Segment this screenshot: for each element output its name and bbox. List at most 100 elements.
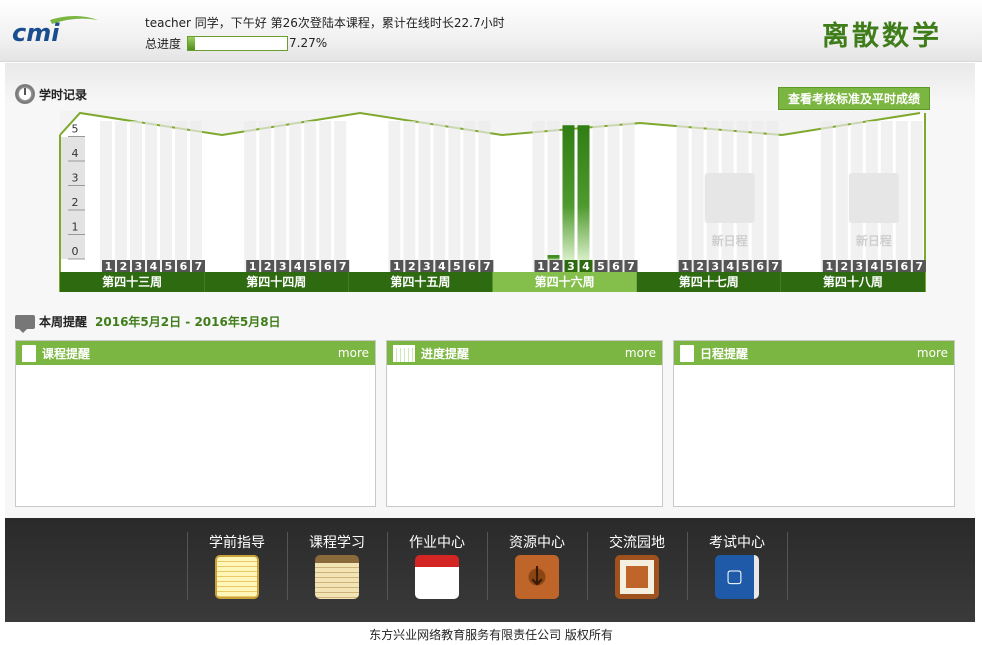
day-column <box>433 121 446 273</box>
progress-bar <box>187 36 288 51</box>
nav-label: 考试中心 <box>709 535 765 551</box>
day-column <box>448 121 461 273</box>
course-reminder-header: 课程提醒 more <box>16 341 375 365</box>
download-icon: ↓ <box>515 555 559 599</box>
day-number: 7 <box>916 260 924 273</box>
day-number: 4 <box>726 260 734 273</box>
day-column <box>304 121 317 273</box>
day-column <box>190 121 202 273</box>
y-tick-label: 5 <box>72 123 79 136</box>
nav-exam[interactable]: 考试中心 ▢ <box>687 518 787 622</box>
progress-reminder-more-link[interactable]: more <box>625 346 656 360</box>
day-number: 1 <box>537 260 545 273</box>
header: cmi teacher 同学，下午好 第26次登陆本课程，累计在线时长22.7小… <box>0 0 982 62</box>
day-number: 3 <box>856 260 864 273</box>
day-column <box>532 121 545 273</box>
logo-text: cmi <box>12 19 60 46</box>
day-column <box>820 121 833 273</box>
calendar-icon <box>415 555 459 599</box>
day-number: 2 <box>120 260 128 273</box>
day-column <box>478 121 491 273</box>
study-bar <box>577 125 590 260</box>
week-label: 第四十七周 <box>679 274 739 289</box>
day-number: 4 <box>150 260 158 273</box>
notebook-icon <box>315 555 359 599</box>
day-number: 3 <box>423 260 431 273</box>
record-title: 学时记录 <box>15 84 87 104</box>
day-column <box>274 121 287 273</box>
notepad-icon <box>215 555 259 599</box>
empty-schedule-text: 新日程 <box>712 233 748 248</box>
day-column <box>115 121 127 273</box>
y-tick-label: 4 <box>72 147 79 160</box>
clock-icon <box>15 84 35 104</box>
nav-label: 资源中心 <box>509 535 565 551</box>
progress-percent: 7.27% <box>289 36 328 50</box>
day-column <box>244 121 257 273</box>
day-column <box>175 121 187 273</box>
schedule-reminder-header: 日程提醒 more <box>674 341 954 365</box>
day-column <box>547 121 560 273</box>
course-title: 离散数学 <box>822 21 942 52</box>
day-column <box>691 121 704 273</box>
nav-exchange[interactable]: 交流园地 <box>587 518 687 622</box>
day-number: 5 <box>597 260 605 273</box>
day-number: 3 <box>567 260 575 273</box>
day-column <box>259 121 272 273</box>
schedule-reminder-more-link[interactable]: more <box>917 346 948 360</box>
day-number: 7 <box>771 260 779 273</box>
page-icon <box>22 344 36 362</box>
day-number: 3 <box>711 260 719 273</box>
day-number: 2 <box>552 260 560 273</box>
week-label: 第四十三周 <box>102 274 162 289</box>
nav-course-study[interactable]: 课程学习 <box>287 518 387 622</box>
day-number: 1 <box>249 260 257 273</box>
day-number: 1 <box>681 260 689 273</box>
progress-reminder-card: 进度提醒 more <box>386 340 663 507</box>
nav-label: 作业中心 <box>409 535 465 551</box>
day-number: 2 <box>841 260 849 273</box>
day-column <box>463 121 476 273</box>
y-tick-label: 0 <box>72 245 79 258</box>
bottom-nav: 学前指导 课程学习 作业中心 资源中心 ↓ 交流园地 考试中心 ▢ <box>5 518 975 622</box>
day-number: 7 <box>483 260 491 273</box>
day-number: 7 <box>627 260 635 273</box>
week-label: 第四十四周 <box>246 274 306 289</box>
reminder-title: 本周提醒 <box>39 315 88 329</box>
standard-button[interactable]: 查看考核标准及平时成绩 <box>778 87 930 110</box>
day-column <box>289 121 302 273</box>
day-number: 3 <box>135 260 143 273</box>
day-column <box>910 121 923 273</box>
cmi-logo[interactable]: cmi <box>10 14 100 46</box>
day-column <box>160 121 172 273</box>
nav-resources[interactable]: 资源中心 ↓ <box>487 518 587 622</box>
day-number: 7 <box>339 260 347 273</box>
schedule-reminder-title: 日程提醒 <box>700 346 749 361</box>
day-number: 6 <box>180 260 188 273</box>
course-reminder-title: 课程提醒 <box>42 346 91 361</box>
nav-divider <box>787 532 788 600</box>
progress-label: 总进度 <box>145 37 182 51</box>
reminder-date-range: 2016年5月2日 - 2016年5月8日 <box>95 315 281 329</box>
y-tick-label: 1 <box>72 221 79 234</box>
nav-homework[interactable]: 作业中心 <box>387 518 487 622</box>
day-column <box>319 121 332 273</box>
book-icon: ▢ <box>715 555 759 599</box>
y-tick-label: 2 <box>72 196 79 209</box>
nav-label: 交流园地 <box>609 535 665 551</box>
day-column <box>592 121 605 273</box>
speech-bubble-icon <box>15 314 35 333</box>
nav-pre-study[interactable]: 学前指导 <box>187 518 287 622</box>
progress-fill <box>188 37 196 50</box>
course-reminder-more-link[interactable]: more <box>338 346 369 360</box>
day-number: 5 <box>453 260 461 273</box>
day-column <box>403 121 416 273</box>
day-column <box>334 121 347 273</box>
day-column <box>835 121 848 273</box>
day-column <box>676 121 689 273</box>
empty-schedule-box <box>704 173 755 223</box>
day-number: 6 <box>756 260 764 273</box>
y-tick-label: 3 <box>72 172 79 185</box>
day-column <box>418 121 431 273</box>
nav-label: 学前指导 <box>209 535 265 551</box>
